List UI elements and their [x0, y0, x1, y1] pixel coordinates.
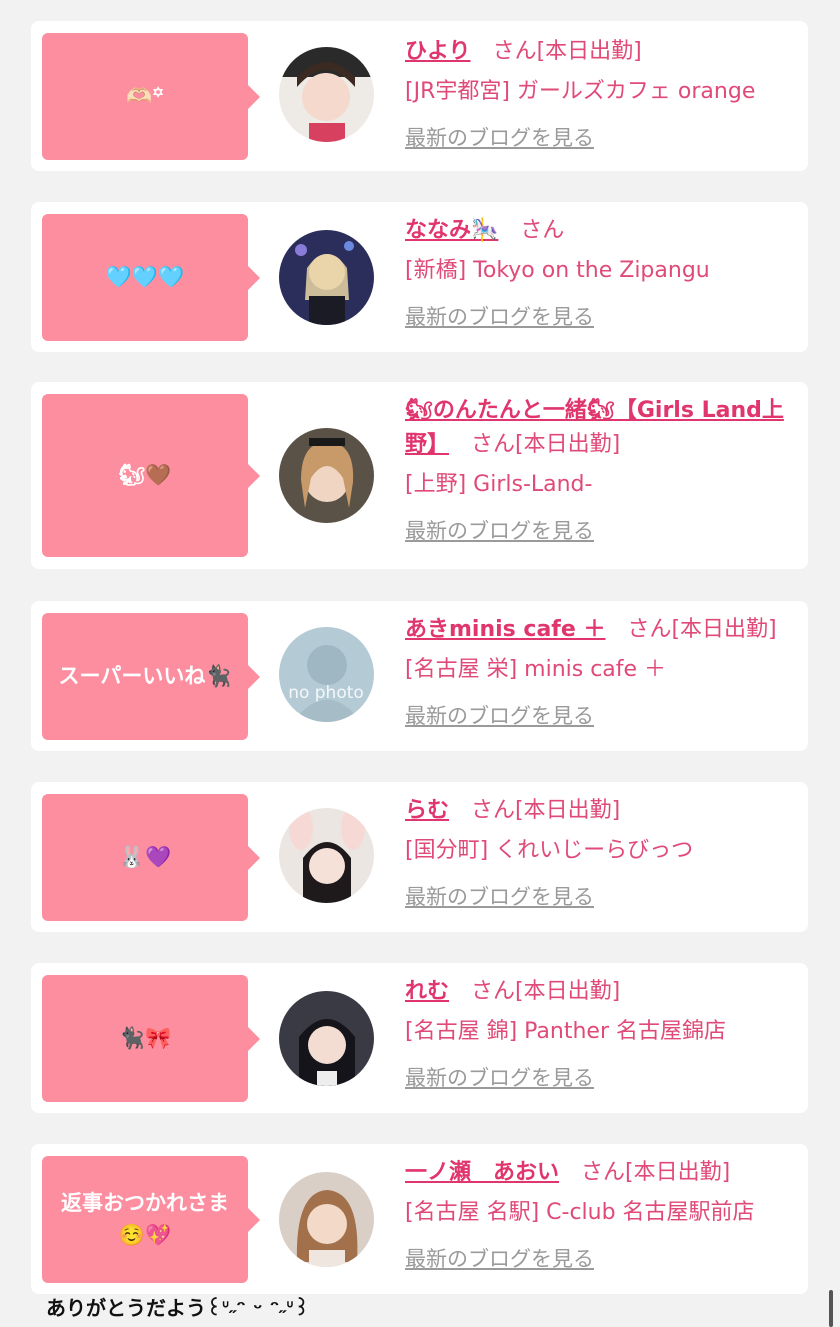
san-label: さん[本日出勤]: [471, 979, 621, 1004]
blog-link[interactable]: 最新のブログを見る: [405, 514, 594, 548]
message-bubble: 🩵🩵🩵: [42, 214, 260, 341]
message-card: スーパーいいね🐈‍⬛ no photo あきminis cafe ＋ さん[本日出…: [31, 601, 808, 751]
scrollbar[interactable]: [829, 1290, 833, 1327]
san-label: さん[本日出勤]: [581, 1160, 731, 1185]
shop-name: [名古屋 名駅] C-club 名古屋駅前店: [405, 1200, 755, 1225]
message-bubble: 🐈‍⬛🎀: [42, 975, 260, 1102]
blog-link[interactable]: 最新のブログを見る: [405, 880, 594, 914]
blog-link[interactable]: 最新のブログを見る: [405, 1242, 594, 1276]
cast-name-link[interactable]: れむ: [405, 979, 449, 1004]
san-label: さん[本日出勤]: [471, 798, 621, 823]
san-label: さん: [520, 218, 565, 243]
message-bubble: スーパーいいね🐈‍⬛: [42, 613, 260, 740]
blog-link[interactable]: 最新のブログを見る: [405, 300, 594, 334]
san-label: さん[本日出勤]: [471, 432, 621, 457]
message-card: 返事おつかれさま ☺️💖 一ノ瀬 あおい さん[本日出勤] [名古屋 名駅] C-…: [31, 1144, 808, 1294]
blog-link[interactable]: 最新のブログを見る: [405, 121, 594, 155]
shop-name: [新橋] Tokyo on the Zipangu: [405, 258, 710, 283]
message-bubble: 返事おつかれさま ☺️💖: [42, 1156, 260, 1283]
blog-link[interactable]: 最新のブログを見る: [405, 1061, 594, 1095]
message-bubble: 🐰💜: [42, 794, 260, 921]
message-card: 🫶🏻꙳ ひより さん[本日出勤] [JR宇都宮] ガールズカフェ orange 最…: [31, 21, 808, 171]
san-label: さん[本日出勤]: [627, 617, 777, 642]
avatar[interactable]: [279, 808, 374, 903]
message-card: 🐈‍⬛🎀 れむ さん[本日出勤] [名古屋 錦] Panther 名古屋錦店 最新…: [31, 963, 808, 1113]
shop-name: [JR宇都宮] ガールズカフェ orange: [405, 79, 756, 104]
shop-name: [名古屋 栄] minis cafe ＋: [405, 657, 667, 682]
avatar[interactable]: no photo: [279, 627, 374, 722]
cast-name-link[interactable]: ななみ🎠: [405, 218, 498, 243]
blog-link[interactable]: 最新のブログを見る: [405, 699, 594, 733]
avatar[interactable]: [279, 428, 374, 523]
cast-name-link[interactable]: らむ: [405, 798, 449, 823]
cast-name-link[interactable]: あきminis cafe ＋: [405, 617, 605, 642]
shop-name: [名古屋 錦] Panther 名古屋錦店: [405, 1019, 726, 1044]
cast-name-link[interactable]: ひより: [405, 39, 471, 64]
message-bubble: 🫶🏻꙳: [42, 33, 260, 160]
san-label: さん[本日出勤]: [492, 39, 642, 64]
message-card: 🩵🩵🩵 ななみ🎠 さん [新橋] Tokyo on the Zipangu 最新の…: [31, 202, 808, 352]
avatar[interactable]: [279, 230, 374, 325]
avatar[interactable]: [279, 47, 374, 142]
cast-name-link[interactable]: 一ノ瀬 あおい: [405, 1160, 559, 1185]
message-card: 🐿🤎 🐿のんたんと一緒🐿【Girls Land上野】 さん[本日出勤] [上野] …: [31, 382, 808, 569]
message-bubble: 🐿🤎: [42, 394, 260, 557]
shop-name: [国分町] くれいじーらびっつ: [405, 838, 694, 863]
no-photo-label: no photo: [288, 683, 364, 703]
message-card: 🐰💜 らむ さん[本日出勤] [国分町] くれいじーらびっつ 最新のブログを見る: [31, 782, 808, 932]
footer-message: ありがとうだよう꒰ᐡ˶ᵔ ᵕ ᵔ˶ᐡ꒱: [46, 1296, 310, 1320]
avatar[interactable]: [279, 1172, 374, 1267]
shop-name: [上野] Girls-Land-: [405, 472, 593, 497]
avatar[interactable]: [279, 991, 374, 1086]
